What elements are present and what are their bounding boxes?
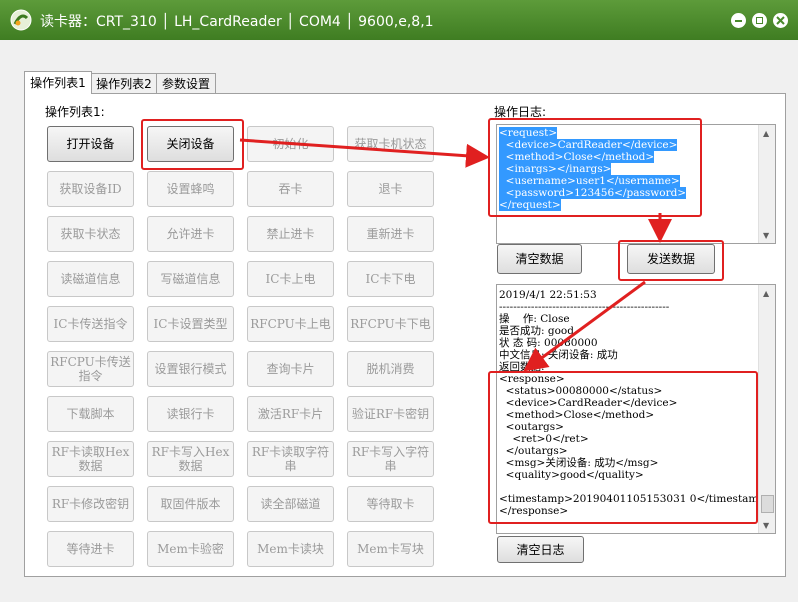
op-button[interactable]: 查询卡片 xyxy=(247,351,334,387)
op-button[interactable]: IC卡设置类型 xyxy=(147,306,234,342)
op-button[interactable]: 读磁道信息 xyxy=(47,261,134,297)
op-button[interactable]: RF卡写入Hex 数据 xyxy=(147,441,234,477)
log-line: 是否成功: good xyxy=(499,325,574,337)
op-button[interactable]: 等待进卡 xyxy=(47,531,134,567)
op-button[interactable]: 下载脚本 xyxy=(47,396,134,432)
log-line: 操 作: Close xyxy=(499,313,570,325)
title-bar: 读卡器：CRT_310 │ LH_CardReader │ COM4 │ 960… xyxy=(0,0,798,40)
op-button[interactable]: IC卡传送指令 xyxy=(47,306,134,342)
op-button[interactable]: Mem卡读块 xyxy=(247,531,334,567)
op-button[interactable]: 禁止进卡 xyxy=(247,216,334,252)
op-button[interactable]: 获取卡机状态 xyxy=(347,126,434,162)
request-scrollbar[interactable]: ▲ ▼ xyxy=(758,125,775,243)
op-button[interactable]: 写磁道信息 xyxy=(147,261,234,297)
window-title: 读卡器：CRT_310 │ LH_CardReader │ COM4 │ 960… xyxy=(40,14,434,30)
op-button[interactable]: 退卡 xyxy=(347,171,434,207)
op-button[interactable]: 激活RF卡片 xyxy=(247,396,334,432)
op-button[interactable]: 获取卡状态 xyxy=(47,216,134,252)
op-button[interactable]: 重新进卡 xyxy=(347,216,434,252)
op-button[interactable]: RF卡读取字符 串 xyxy=(247,441,334,477)
op-button[interactable]: RFCPU卡上电 xyxy=(247,306,334,342)
op-button[interactable]: 吞卡 xyxy=(247,171,334,207)
app-logo-icon xyxy=(10,9,32,31)
op-button[interactable]: Mem卡验密 xyxy=(147,531,234,567)
log-line: ----------------------------------------… xyxy=(499,301,670,313)
op-button[interactable]: 获取设备ID xyxy=(47,171,134,207)
op-button[interactable]: IC卡下电 xyxy=(347,261,434,297)
highlight-response xyxy=(488,371,758,524)
op-button[interactable]: 读全部磁道 xyxy=(247,486,334,522)
op-button[interactable]: 验证RF卡密钥 xyxy=(347,396,434,432)
op-button[interactable]: 设置蜂鸣 xyxy=(147,171,234,207)
log-line: 中文信息: 关闭设备: 成功 xyxy=(499,349,618,361)
log-scrollbar[interactable]: ▲ ▼ xyxy=(758,285,775,533)
close-icon[interactable] xyxy=(773,13,788,28)
highlight-request xyxy=(488,118,702,217)
op-button[interactable]: RF卡修改密钥 xyxy=(47,486,134,522)
op-button[interactable]: 初始化 xyxy=(247,126,334,162)
tab-ops-list-1[interactable]: 操作列表1 xyxy=(24,71,92,94)
tab-settings[interactable]: 参数设置 xyxy=(156,73,216,94)
op-button[interactable]: Mem卡写块 xyxy=(347,531,434,567)
op-button[interactable]: RFCPU卡下电 xyxy=(347,306,434,342)
tab-ops-list-2[interactable]: 操作列表2 xyxy=(91,73,157,94)
op-button[interactable]: RF卡写入字符 串 xyxy=(347,441,434,477)
op-button[interactable]: 设置银行模式 xyxy=(147,351,234,387)
clear-data-button[interactable]: 清空数据 xyxy=(497,244,582,274)
op-button[interactable]: 允许进卡 xyxy=(147,216,234,252)
clear-log-button[interactable]: 清空日志 xyxy=(497,536,584,563)
op-button[interactable]: RF卡读取Hex 数据 xyxy=(47,441,134,477)
op-button[interactable]: RFCPU卡传送 指令 xyxy=(47,351,134,387)
highlight-send xyxy=(618,240,724,281)
op-button[interactable]: 取固件版本 xyxy=(147,486,234,522)
op-button[interactable]: IC卡上电 xyxy=(247,261,334,297)
ops-list-label: 操作列表1: xyxy=(45,105,105,119)
highlight-close-device xyxy=(141,119,244,170)
minimize-icon[interactable] xyxy=(731,13,746,28)
log-line: 2019/4/1 22:51:53 xyxy=(499,289,597,301)
maximize-icon[interactable] xyxy=(752,13,767,28)
op-button[interactable]: 等待取卡 xyxy=(347,486,434,522)
op-button[interactable]: 打开设备 xyxy=(47,126,134,162)
log-line: 状 态 码: 00080000 xyxy=(499,337,598,349)
op-button[interactable]: 脱机消费 xyxy=(347,351,434,387)
op-button[interactable]: 读银行卡 xyxy=(147,396,234,432)
